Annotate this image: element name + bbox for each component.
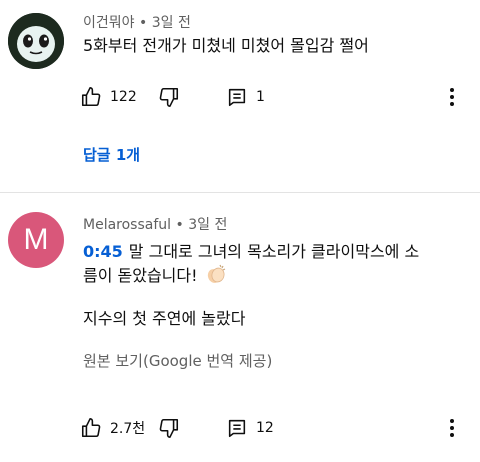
more-actions-button[interactable] [442,85,462,109]
comment-2: M Melarossaful • 3일 전 0:45 말 그대로 그녀의 목소리가… [0,193,480,462]
dislike-button[interactable] [158,85,180,109]
meta-separator: • [175,217,184,233]
dislike-button[interactable] [158,416,180,440]
like-button[interactable]: 2.7천 [80,416,145,440]
comment-text-line: 지수의 첫 주연에 놀랐다 [83,306,245,332]
reply-button[interactable]: 1 [226,85,265,109]
more-vertical-icon [450,419,454,437]
thumbs-down-icon [159,87,179,107]
comment-text-part: 말 그대로 그녀의 목소리가 클라이막스에 소 [128,242,420,261]
author-name[interactable]: Melarossaful [83,217,171,233]
comment-time[interactable]: 3일 전 [188,217,227,233]
like-button[interactable]: 122 [80,85,137,109]
ghost-face-icon [8,13,64,69]
thumbs-up-icon [81,418,101,438]
comment-meta: 이건뭐야 • 3일 전 [83,12,191,32]
reply-count: 12 [256,420,274,436]
comment-actions: 2.7천 12 [80,416,470,440]
avatar-letter: M [23,223,49,256]
comment-text-line: 름이 돋았습니다! [83,263,227,289]
more-actions-button[interactable] [442,416,462,440]
author-name[interactable]: 이건뭐야 [83,15,135,31]
thumbs-up-icon [81,87,101,107]
comment-text: 5화부터 전개가 미쳤네 미쳤어 몰입감 쩔어 [83,36,369,55]
avatar[interactable]: M [8,212,64,268]
view-replies-link[interactable]: 답글 1개 [83,144,140,165]
comment-actions: 122 1 [80,85,470,109]
avatar[interactable] [8,13,64,69]
meta-separator: • [138,15,148,31]
comment-text-part: 지수의 첫 주연에 놀랐다 [83,309,246,328]
comment-icon [228,88,246,107]
clapping-hands-icon [207,264,225,283]
reply-count: 1 [256,89,265,105]
comment-icon [228,419,246,438]
like-count: 2.7천 [110,421,146,437]
see-original-link[interactable]: 원본 보기(Google 번역 제공) [83,350,272,371]
more-vertical-icon [450,88,454,106]
comment-1: 이건뭐야 • 3일 전 5화부터 전개가 미쳤네 미쳤어 몰입감 쩔어 122 … [0,0,480,193]
video-timestamp-link[interactable]: 0:45 [83,242,123,261]
comment-meta: Melarossaful • 3일 전 [83,214,227,234]
comment-text-part: 름이 돋았습니다! [83,266,198,285]
thumbs-down-icon [159,418,179,438]
like-count: 122 [110,89,137,105]
comment-text-line: 0:45 말 그대로 그녀의 목소리가 클라이막스에 소 [83,239,419,265]
comment-time[interactable]: 3일 전 [152,15,191,31]
reply-button[interactable]: 12 [226,416,274,440]
